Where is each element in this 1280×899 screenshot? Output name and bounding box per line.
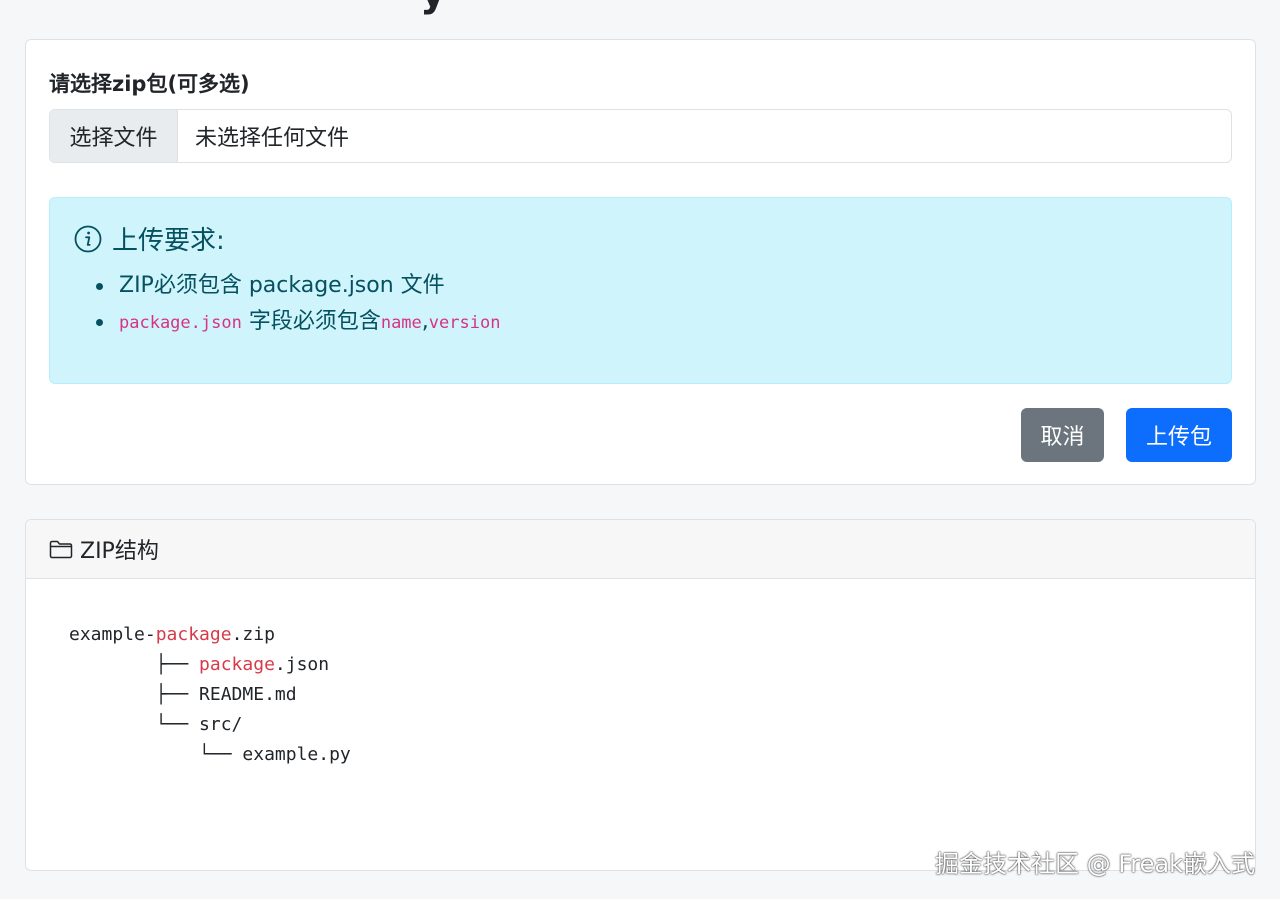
- tree-keyword: package: [155, 624, 232, 645]
- tree-text: .zip: [231, 624, 275, 645]
- upload-package-button[interactable]: 上传包: [1126, 408, 1232, 462]
- watermark: 掘金技术社区 @ Freak嵌入式: [934, 850, 1255, 878]
- zip-file-input[interactable]: 选择文件 未选择任何文件: [49, 109, 1232, 163]
- folder-icon: [49, 540, 73, 559]
- choose-file-button[interactable]: 选择文件: [50, 110, 178, 162]
- page: y 请选择zip包(可多选) 选择文件 未选择任何文件 上传要求: ZIP必须包…: [0, 0, 1280, 899]
- tree-text: .json: [274, 654, 330, 675]
- zip-file-label: 请选择zip包(可多选): [49, 72, 250, 96]
- tree-line: ├── package.json: [69, 650, 351, 680]
- requirement-text: 字段必须包含: [241, 309, 381, 334]
- inline-code: package.json: [119, 313, 242, 333]
- zip-structure-card: ZIP结构 example-package.zip ├── package.js…: [25, 519, 1256, 871]
- requirement-item: package.json 字段必须包含name,version: [96, 304, 500, 340]
- info-circle-icon: [74, 225, 102, 252]
- file-status-text: 未选择任何文件: [195, 126, 350, 151]
- tree-line: └── src/: [69, 714, 243, 735]
- zip-structure-title: ZIP结构: [80, 539, 159, 564]
- tree-line: └── example.py: [69, 744, 351, 765]
- zip-structure-header: ZIP结构: [26, 520, 1255, 579]
- requirements-title: 上传要求:: [112, 226, 225, 256]
- page-title-fragment: y: [420, 0, 446, 16]
- inline-code: version: [428, 313, 501, 333]
- separator-text: ,: [421, 309, 429, 334]
- tree-line: example-package.zip: [69, 620, 351, 650]
- tree-line: ├── README.md: [69, 684, 297, 705]
- upload-card: 请选择zip包(可多选) 选择文件 未选择任何文件 上传要求: ZIP必须包含 …: [25, 39, 1256, 485]
- tree-keyword: package: [199, 654, 275, 675]
- requirement-text: ZIP必须包含 package.json 文件: [119, 273, 445, 298]
- requirements-alert: 上传要求: ZIP必须包含 package.json 文件 package.js…: [49, 197, 1232, 384]
- tree-text: ├──: [69, 654, 200, 675]
- cancel-button[interactable]: 取消: [1021, 408, 1104, 462]
- requirements-heading: 上传要求:: [73, 220, 225, 257]
- requirements-list: ZIP必须包含 package.json 文件 package.json 字段必…: [96, 268, 500, 340]
- inline-code: name: [380, 313, 422, 333]
- zip-file-tree: example-package.zip ├── package.json ├──…: [69, 620, 351, 770]
- requirement-item: ZIP必须包含 package.json 文件: [96, 268, 500, 304]
- tree-text: example-: [69, 624, 156, 645]
